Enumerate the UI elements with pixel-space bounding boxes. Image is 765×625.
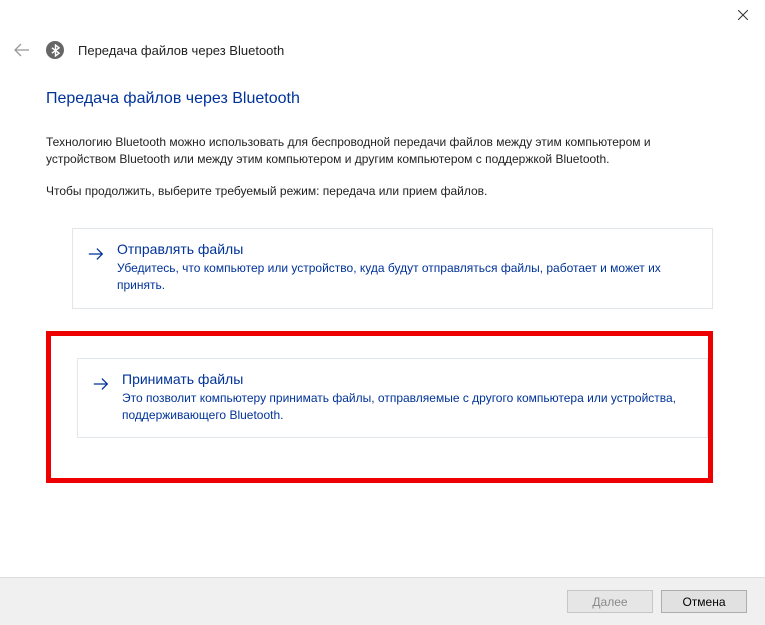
close-icon [738,10,748,20]
bluetooth-icon [46,41,64,59]
option-send-files[interactable]: Отправлять файлы Убедитесь, что компьюте… [72,228,713,309]
option-send-title: Отправлять файлы [117,241,698,257]
cancel-button[interactable]: Отмена [661,590,747,613]
highlight-annotation: Принимать файлы Это позволит компьютеру … [46,331,713,484]
back-arrow-icon [12,40,32,60]
intro-text-2: Чтобы продолжить, выберите требуемый реж… [46,183,713,200]
arrow-right-icon [92,373,110,395]
intro-text-1: Технологию Bluetooth можно использовать … [46,134,713,169]
window-title: Передача файлов через Bluetooth [78,43,284,58]
next-button: Далее [567,590,653,613]
option-receive-files[interactable]: Принимать файлы Это позволит компьютеру … [77,358,708,439]
footer-bar: Далее Отмена [0,577,765,625]
option-receive-desc: Это позволит компьютеру принимать файлы,… [122,390,693,424]
back-button[interactable] [12,40,32,60]
option-send-desc: Убедитесь, что компьютер или устройство,… [117,260,698,294]
page-heading: Передача файлов через Bluetooth [46,90,713,108]
close-button[interactable] [720,0,765,30]
arrow-right-icon [87,243,105,265]
window-header: Передача файлов через Bluetooth [12,40,284,60]
option-receive-title: Принимать файлы [122,371,693,387]
